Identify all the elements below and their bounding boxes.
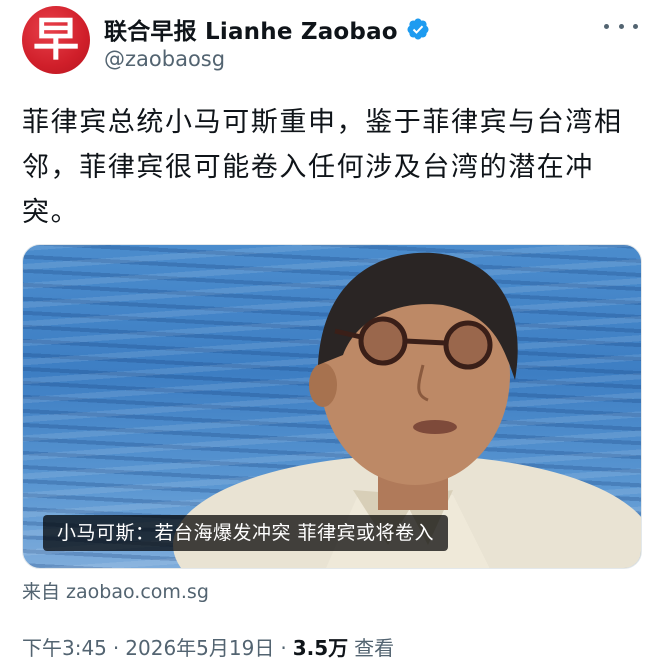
tweet-text: 菲律宾总统小马可斯重申，鉴于菲律宾与台湾相邻，菲律宾很可能卷入任何涉及台湾的潜在… xyxy=(22,107,623,228)
view-count: 3.5万 xyxy=(292,636,349,660)
dot-icon xyxy=(633,23,638,29)
handle[interactable]: @zaobaosg xyxy=(104,47,225,71)
author-name-row: 联合早报 Lianhe Zaobao xyxy=(104,12,430,46)
meta-separator: · xyxy=(112,636,120,660)
avatar[interactable]: 早 xyxy=(22,6,90,74)
dot-icon xyxy=(604,23,609,29)
photo-caption: 小马可斯：若台海爆发冲突 菲律宾或将卷入 xyxy=(43,515,449,551)
avatar-logo: 早 xyxy=(33,12,79,66)
timestamp-time[interactable]: 下午3:45 xyxy=(22,632,107,661)
timestamp-date[interactable]: 2026年5月19日 xyxy=(125,632,274,661)
link-source[interactable]: 来自 zaobao.com.sg xyxy=(22,577,209,604)
dot-icon xyxy=(618,23,624,29)
views-label: 查看 xyxy=(354,636,395,660)
tweet-meta: 下午3:45 · 2026年5月19日 · 3.5万 查看 xyxy=(22,632,394,661)
media-card[interactable]: 小马可斯：若台海爆发冲突 菲律宾或将卷入 xyxy=(22,244,642,569)
meta-separator: · xyxy=(280,636,287,660)
verified-badge-icon xyxy=(407,18,429,40)
more-options-icon[interactable] xyxy=(604,18,638,34)
display-name[interactable]: 联合早报 Lianhe Zaobao xyxy=(104,12,398,46)
